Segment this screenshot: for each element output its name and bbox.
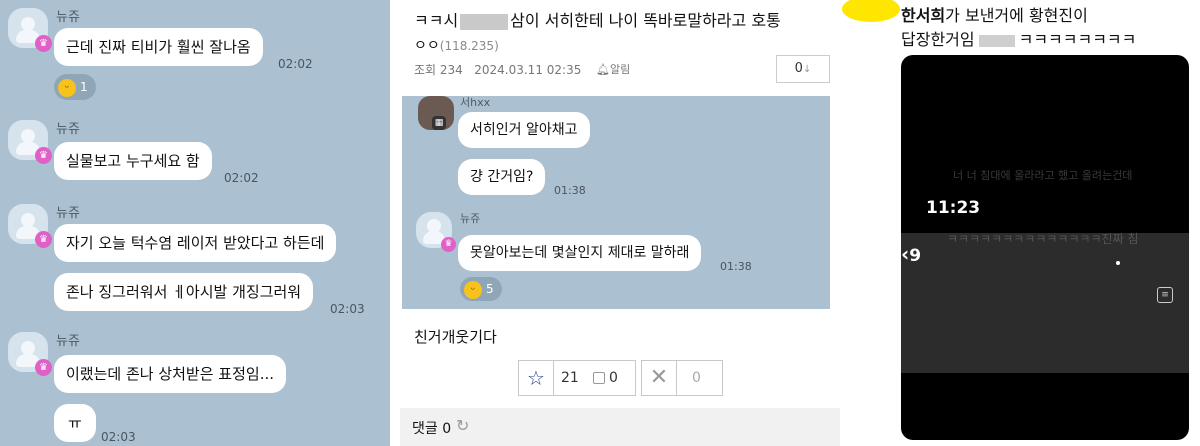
- message-time: 01:38: [554, 184, 586, 197]
- comment-bar: 댓글 0 ↻: [400, 408, 840, 446]
- caption-text: 답장한거임: [901, 30, 975, 49]
- message-bubble: ㅠ: [54, 404, 96, 442]
- redacted-block: [460, 13, 509, 30]
- post-title-prefix: ㅋㅋ시: [414, 11, 459, 30]
- grid-icon: ▦: [432, 116, 446, 130]
- caption-name: 한서희: [901, 6, 946, 25]
- chat-screenshot-panel: ♛ 뉴쥬 근데 진짜 티비가 훨씬 잘나옴 02:02 ᵕ1 ♛ 뉴쥬 실물보고…: [0, 0, 390, 446]
- star-icon: ☆: [519, 361, 554, 395]
- back-button[interactable]: ‹9: [901, 242, 921, 266]
- message-bubble: 실물보고 누구세요 함: [54, 142, 212, 180]
- comment-count: 0: [794, 61, 803, 76]
- crown-icon: ♛: [35, 231, 52, 248]
- alarm-label: 알림: [609, 63, 631, 76]
- redacted-block: [978, 34, 1015, 47]
- comment-count-button[interactable]: 0↓: [776, 55, 830, 83]
- reaction-count: 5: [486, 282, 494, 296]
- unrecommend-count: 0: [692, 370, 701, 386]
- post-body: 친거개웃기다: [414, 328, 497, 346]
- crown-icon: ♛: [35, 35, 52, 52]
- dot-indicator: [1116, 261, 1120, 265]
- laughing-emoji-icon: ᵕ: [464, 280, 482, 299]
- message-time: 02:03: [330, 302, 365, 316]
- post-author-line: ㅇㅇ(118.235): [414, 35, 499, 55]
- avatar[interactable]: ♛: [8, 8, 52, 52]
- crown-icon: ♛: [35, 147, 52, 164]
- sender-name: 뉴쥬: [56, 206, 80, 221]
- reaction-badge: ᵕ5: [460, 277, 502, 301]
- avatar[interactable]: ♛: [8, 332, 52, 376]
- message-bubble: 존나 징그러워서 ㅔ아시발 개징그러워: [54, 273, 314, 311]
- laughing-emoji-icon: ᵕ: [58, 78, 76, 97]
- reaction-count: 1: [80, 80, 88, 94]
- story-caption-line2: 답장한거임 ㅋㅋㅋㅋㅋㅋㅋㅋ: [901, 26, 1136, 50]
- faded-text: 너 너 침대에 올라라고 했고 올려는건데: [953, 169, 1133, 182]
- sender-name: 뉴쥬: [56, 10, 80, 25]
- post-title-suffix: 삼이 서히한테 나이 똑바로말하라고 호통: [510, 11, 781, 30]
- message-bubble: 자기 오늘 턱수염 레이저 받았다고 하든데: [54, 224, 337, 262]
- chevron-left-icon: ‹: [901, 242, 910, 266]
- message-time: 01:38: [720, 260, 752, 273]
- sender-name: 뉴쥬: [56, 334, 80, 349]
- caption-laugh: ㅋㅋㅋㅋㅋㅋㅋㅋ: [1018, 30, 1137, 49]
- message-bubble: 근데 진짜 티비가 훨씬 잘나옴: [54, 28, 263, 66]
- embedded-chat-image: ▦ 서hxx 서히인거 알아채고 걍 간거임? 01:38 ♛ 뉴쥬 못알아보는…: [402, 96, 830, 309]
- avatar[interactable]: ♛: [8, 120, 52, 164]
- unrecommend-button[interactable]: ✕ 0: [641, 360, 723, 396]
- story-band: [901, 233, 1189, 373]
- avatar[interactable]: ♛: [8, 204, 52, 248]
- sender-name: 뉴쥬: [56, 122, 80, 137]
- recommend-count: 21: [561, 370, 579, 386]
- recommend-button[interactable]: ☆ 21 0: [518, 360, 636, 396]
- text-scan-icon[interactable]: ≡: [1157, 287, 1173, 303]
- alarm-link[interactable]: 🔔︎알림: [596, 61, 630, 77]
- back-count: 9: [909, 246, 922, 266]
- highlight-mark: [842, 0, 900, 22]
- avatar: ♛: [416, 212, 456, 252]
- x-icon: ✕: [642, 361, 677, 395]
- sender-name: 서hxx: [460, 96, 491, 109]
- fixed-icon: [593, 372, 605, 384]
- message-bubble: 걍 간거임?: [458, 159, 546, 195]
- crown-icon: ♛: [35, 359, 52, 376]
- message-time: 02:02: [224, 171, 259, 185]
- story-caption-line1: 한서희가 보낸거에 황현진이: [901, 2, 1088, 26]
- author-ip: (118.235): [439, 39, 499, 53]
- post-title[interactable]: ㅋㅋ시 삼이 서히한테 나이 똑바로말하라고 호통: [414, 7, 781, 31]
- story-time: 11:23: [926, 198, 981, 218]
- story-panel: 한서희가 보낸거에 황현진이 답장한거임 ㅋㅋㅋㅋㅋㅋㅋㅋ 너 너 침대에 올라라…: [840, 0, 1200, 446]
- fixed-count: 0: [609, 370, 618, 386]
- message-bubble: 이랬는데 존나 상처받은 표정임...: [54, 355, 287, 393]
- message-time: 02:03: [101, 430, 136, 444]
- faded-text: ㅋㅋㅋㅋㅋㅋㅋㅋㅋㅋㅋㅋㅋㅋ진짜 침: [947, 232, 1139, 246]
- caption-text: 가 보낸거에 황현진이: [945, 6, 1088, 25]
- story-image: 너 너 침대에 올라라고 했고 올려는건데 ㅋㅋㅋㅋㅋㅋㅋㅋㅋㅋㅋㅋㅋㅋ진짜 침…: [901, 55, 1189, 440]
- message-bubble: 서히인거 알아채고: [458, 112, 590, 148]
- refresh-icon[interactable]: ↻: [456, 416, 469, 435]
- message-time: 02:02: [278, 57, 313, 71]
- comments-label: 댓글 0: [412, 421, 452, 437]
- author-name: ㅇㅇ: [414, 38, 440, 54]
- community-post-panel: ㅋㅋ시 삼이 서히한테 나이 똑바로말하라고 호통 ㅇㅇ(118.235) 조회 …: [400, 0, 840, 446]
- down-arrow-icon: ↓: [802, 64, 812, 75]
- reaction-badge[interactable]: ᵕ1: [54, 74, 96, 100]
- bell-icon: 🔔︎: [596, 63, 610, 76]
- message-bubble: 못알아보는데 몇살인지 제대로 말하래: [458, 235, 702, 271]
- sender-name: 뉴쥬: [460, 212, 481, 225]
- crown-icon: ♛: [441, 237, 456, 252]
- post-meta: 조회 234 2024.03.11 02:35: [414, 63, 582, 77]
